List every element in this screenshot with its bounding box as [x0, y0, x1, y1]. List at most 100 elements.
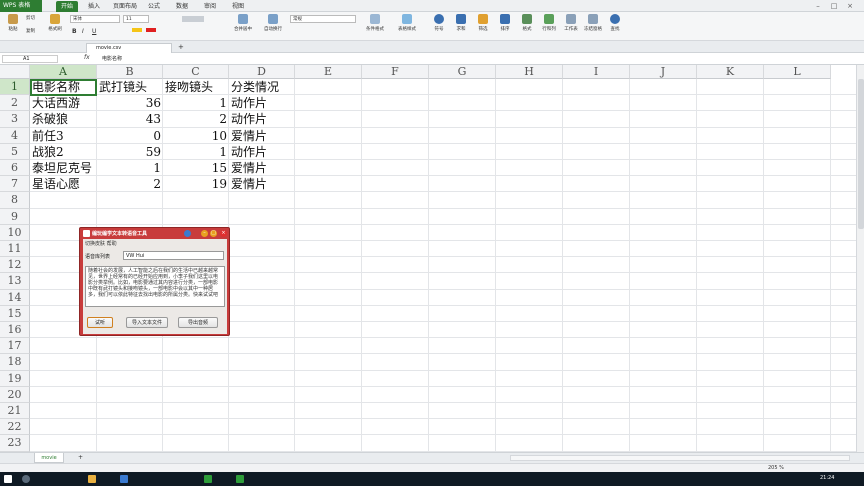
table-cell[interactable]: 0: [97, 128, 163, 144]
search-icon[interactable]: [22, 475, 30, 483]
row-header-1[interactable]: 1: [0, 79, 30, 96]
table-cell[interactable]: 爱情片: [229, 128, 295, 144]
name-box[interactable]: A1: [2, 55, 58, 63]
row-header-20[interactable]: 20: [0, 386, 30, 403]
row-header-21[interactable]: 21: [0, 403, 30, 420]
column-header-e[interactable]: E: [295, 65, 362, 79]
add-sheet-icon[interactable]: +: [78, 454, 83, 461]
table-cell[interactable]: 2: [97, 176, 163, 192]
sort-button[interactable]: 排序: [494, 14, 516, 39]
number-format-select[interactable]: 常规: [290, 15, 356, 23]
filter-button[interactable]: 筛选: [472, 14, 494, 39]
bold-button[interactable]: B: [72, 28, 77, 35]
tab-home[interactable]: 开始: [56, 1, 78, 12]
tab-data[interactable]: 数据: [172, 1, 192, 12]
sheet-tab[interactable]: movie: [34, 453, 64, 463]
wps-icon[interactable]: [236, 475, 244, 483]
row-header-2[interactable]: 2: [0, 95, 30, 112]
row-header-18[interactable]: 18: [0, 354, 30, 371]
worksheet-button[interactable]: 工作表: [560, 14, 582, 39]
formula-input[interactable]: 电影名称: [102, 55, 122, 62]
dialog-menu[interactable]: 切换皮肤 帮助: [85, 240, 117, 247]
tab-page-layout[interactable]: 页面布局: [110, 1, 140, 12]
row-col-button[interactable]: 行和列: [538, 14, 560, 39]
column-header-g[interactable]: G: [429, 65, 496, 79]
file-tab[interactable]: movie.csv: [86, 43, 172, 53]
row-header-7[interactable]: 7: [0, 176, 30, 193]
row-header-3[interactable]: 3: [0, 111, 30, 128]
tab-review[interactable]: 审阅: [200, 1, 220, 12]
table-cell[interactable]: 接吻镜头: [163, 79, 229, 95]
copy-button[interactable]: 复制: [26, 28, 35, 34]
table-style-button[interactable]: 表格样式: [396, 14, 418, 39]
text-area[interactable]: 随着社会的发展，人工智能之后在我们的生活中已越来越常见，世界上经常有的已经开始应…: [85, 266, 225, 307]
vertical-scrollbar[interactable]: [856, 65, 864, 452]
column-header-i[interactable]: I: [563, 65, 630, 79]
windows-start-icon[interactable]: [4, 475, 12, 483]
merge-center-button[interactable]: 合并居中: [232, 14, 254, 39]
row-header-8[interactable]: 8: [0, 192, 30, 209]
wrap-text-button[interactable]: 自动换行: [262, 14, 284, 39]
corner-header[interactable]: [0, 65, 30, 79]
row-header-9[interactable]: 9: [0, 208, 30, 225]
table-cell[interactable]: 星语心愿: [30, 176, 97, 192]
row-header-16[interactable]: 16: [0, 322, 30, 339]
column-header-j[interactable]: J: [630, 65, 697, 79]
dialog-minimize-icon[interactable]: –: [201, 230, 208, 237]
tab-view[interactable]: 视图: [228, 1, 248, 12]
column-header-f[interactable]: F: [362, 65, 429, 79]
column-header-k[interactable]: K: [697, 65, 764, 79]
new-tab-icon[interactable]: +: [178, 43, 184, 51]
tab-formula[interactable]: 公式: [146, 1, 162, 12]
zoom-level[interactable]: 205 %: [768, 465, 784, 471]
table-cell[interactable]: 2: [163, 111, 229, 127]
listen-button[interactable]: 试听: [87, 317, 113, 328]
sum-button[interactable]: 求和: [450, 14, 472, 39]
scroll-thumb[interactable]: [858, 79, 864, 229]
column-header-b[interactable]: B: [97, 65, 163, 79]
fill-color-icon[interactable]: [132, 28, 142, 32]
row-header-10[interactable]: 10: [0, 224, 30, 241]
table-cell[interactable]: 15: [163, 160, 229, 176]
column-header-c[interactable]: C: [163, 65, 229, 79]
row-header-22[interactable]: 22: [0, 419, 30, 436]
italic-button[interactable]: I: [82, 28, 84, 35]
app-logo[interactable]: WPS 表格: [0, 0, 42, 12]
table-cell[interactable]: 36: [97, 95, 163, 111]
row-header-17[interactable]: 17: [0, 338, 30, 355]
export-audio-button[interactable]: 导出音频: [178, 317, 218, 328]
table-cell[interactable]: 武打镜头: [97, 79, 163, 95]
font-color-icon[interactable]: [146, 28, 156, 32]
row-header-12[interactable]: 12: [0, 257, 30, 274]
cut-button[interactable]: 剪切: [26, 15, 35, 21]
table-cell[interactable]: 动作片: [229, 111, 295, 127]
table-cell[interactable]: 10: [163, 128, 229, 144]
table-cell[interactable]: 爱情片: [229, 176, 295, 192]
minimize-icon[interactable]: –: [814, 2, 822, 10]
format-painter-button[interactable]: 格式刷: [44, 14, 66, 39]
table-cell[interactable]: 1: [163, 144, 229, 160]
fx-icon[interactable]: fx: [84, 54, 90, 61]
table-cell[interactable]: 1: [163, 95, 229, 111]
format-button[interactable]: 格式: [516, 14, 538, 39]
dialog-close-icon[interactable]: ×: [220, 230, 227, 237]
table-cell[interactable]: 杀破狼: [30, 111, 97, 127]
table-cell[interactable]: 19: [163, 176, 229, 192]
row-header-4[interactable]: 4: [0, 127, 30, 144]
column-header-d[interactable]: D: [229, 65, 295, 79]
table-cell[interactable]: 59: [97, 144, 163, 160]
voice-select[interactable]: VW Hui: [123, 251, 224, 260]
table-cell[interactable]: 泰坦尼克号: [30, 160, 97, 176]
row-header-23[interactable]: 23: [0, 435, 30, 452]
font-family-select[interactable]: 宋体: [70, 15, 120, 23]
row-header-5[interactable]: 5: [0, 143, 30, 160]
row-header-6[interactable]: 6: [0, 160, 30, 177]
tab-insert[interactable]: 插入: [84, 1, 104, 12]
freeze-panes-button[interactable]: 冻结窗格: [582, 14, 604, 39]
find-button[interactable]: 查找: [604, 14, 626, 39]
skin-icon[interactable]: [184, 230, 191, 237]
font-size-select[interactable]: 11: [123, 15, 149, 23]
row-header-15[interactable]: 15: [0, 305, 30, 322]
paste-button[interactable]: 粘贴: [2, 14, 24, 39]
table-cell[interactable]: 1: [97, 160, 163, 176]
